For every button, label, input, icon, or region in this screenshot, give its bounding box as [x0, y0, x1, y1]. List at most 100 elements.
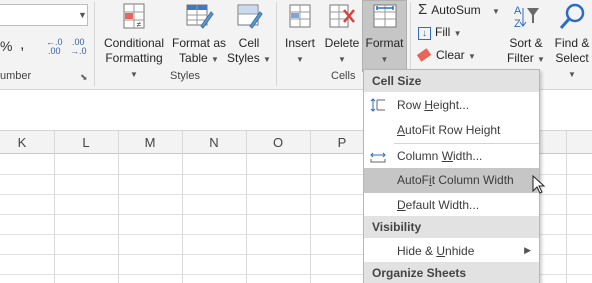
chevron-down-icon: ▼ — [468, 52, 476, 61]
conditional-formatting-icon: ≠ — [118, 2, 150, 32]
format-button[interactable]: Format ▼ — [362, 0, 407, 72]
format-as-table-label-1: Format as — [171, 36, 226, 50]
menu-label-part: Row — [397, 98, 425, 112]
cell-styles-icon — [233, 2, 265, 32]
sort-filter-icon: A Z — [510, 2, 542, 32]
grid-column-line — [118, 131, 119, 283]
autosum-button[interactable]: Σ AutoSum ▼ — [418, 2, 500, 20]
number-format-box[interactable] — [0, 4, 88, 26]
chevron-down-icon: ▼ — [296, 55, 304, 64]
insert-label: Insert — [284, 36, 315, 50]
clear-button[interactable]: Clear ▼ — [416, 47, 476, 65]
fill-button[interactable]: ↓ Fill ▼ — [418, 24, 462, 42]
column-header-m[interactable]: M — [120, 135, 180, 150]
conditional-formatting-button[interactable]: ≠ Conditional Formatting ▼ — [100, 2, 168, 82]
format-button-inner: Format ▼ — [363, 2, 406, 67]
grid-column-line — [566, 131, 567, 283]
chevron-down-icon: ▼ — [491, 7, 500, 16]
fill-label: Fill — [435, 25, 451, 39]
menu-item-row-height[interactable]: Row Height... — [364, 93, 539, 118]
eraser-icon — [416, 48, 432, 62]
autosum-icon: Σ — [418, 1, 428, 18]
grid-column-line — [54, 131, 55, 283]
cells-group-label: Cells — [331, 70, 356, 82]
delete-cells-icon — [326, 2, 358, 32]
delete-button[interactable]: Delete ▼ — [322, 2, 362, 67]
svg-text:≠: ≠ — [137, 20, 142, 29]
column-header-l[interactable]: L — [56, 135, 116, 150]
column-header-k[interactable]: K — [0, 135, 52, 150]
menu-label-part: Hide & — [397, 244, 437, 258]
menu-accelerator: W — [441, 149, 454, 163]
column-header-n[interactable]: N — [184, 135, 244, 150]
cell-styles-label-2: Styles — [227, 51, 260, 65]
format-label: Format — [365, 36, 404, 50]
menu-item-default-width[interactable]: Default Width... — [364, 193, 539, 218]
fill-down-icon: ↓ — [418, 27, 431, 40]
format-cells-icon — [369, 2, 401, 32]
comma-style-button[interactable]: , — [20, 36, 24, 54]
chevron-down-icon: ▼ — [453, 29, 462, 38]
menu-label-part: eight... — [433, 98, 470, 112]
decrease-decimal-bottom: →.0 — [70, 46, 87, 56]
cell-styles-label-1: Cell — [238, 36, 260, 50]
conditional-formatting-label-1: Conditional — [103, 36, 165, 50]
chevron-down-icon[interactable]: ▼ — [78, 10, 87, 20]
find-select-label-1: Find & — [554, 36, 590, 50]
grid-column-line — [182, 131, 183, 283]
column-width-icon — [370, 149, 386, 163]
menu-label-part: nhide — [445, 244, 475, 258]
menu-item-autofit-row-height[interactable]: AutoFit Row Height — [364, 118, 539, 143]
autosum-label: AutoSum — [431, 3, 481, 17]
menu-accelerator: H — [424, 98, 434, 112]
svg-text:Z: Z — [514, 18, 521, 30]
number-group-label: umber — [0, 70, 32, 82]
chevron-down-icon: ▼ — [130, 70, 138, 79]
sort-filter-label-2: Filter — [507, 51, 534, 65]
chevron-down-icon: ▼ — [380, 55, 389, 64]
menu-item-hide-unhide[interactable]: Hide & Unhide ▶ — [364, 239, 539, 264]
chevron-down-icon: ▼ — [338, 55, 346, 64]
menu-accelerator: U — [436, 244, 446, 258]
cell-styles-button[interactable]: Cell Styles ▼ — [227, 2, 271, 67]
increase-decimal-button[interactable]: ←.0 .00 — [46, 38, 63, 56]
menu-item-autofit-column-width[interactable]: AutoFit Column Width — [364, 168, 539, 193]
menu-label-part: efault Width... — [405, 198, 480, 212]
menu-section-cell-size: Cell Size — [364, 70, 539, 92]
sort-filter-button[interactable]: A Z Sort & Filter ▼ — [506, 2, 546, 67]
menu-label-part: Column — [397, 149, 442, 163]
format-dropdown-menu: Cell Size Row Height... AutoFit Row Heig… — [363, 69, 540, 283]
dialog-launcher-icon[interactable]: ⬊ — [80, 72, 88, 83]
insert-button[interactable]: Insert ▼ — [280, 2, 320, 67]
insert-cells-icon — [284, 2, 316, 32]
menu-section-visibility: Visibility — [364, 216, 539, 238]
percent-style-button[interactable]: % — [0, 38, 12, 54]
row-height-icon — [370, 98, 386, 112]
format-as-table-button[interactable]: Format as Table ▼ — [169, 2, 229, 67]
menu-label-part: idth... — [453, 149, 483, 163]
decrease-decimal-button[interactable]: .00 →.0 — [70, 38, 87, 56]
mouse-pointer-icon — [532, 175, 546, 194]
menu-section-organize-sheets: Organize Sheets — [364, 262, 539, 283]
menu-label-part: t Column Width — [431, 173, 514, 187]
group-divider — [94, 2, 95, 86]
find-select-button[interactable]: Find & Select ▼ — [550, 2, 592, 82]
menu-accelerator: D — [397, 198, 406, 212]
menu-label-part: utoFit Row Height — [405, 123, 501, 137]
grid-column-line — [246, 131, 247, 283]
chevron-down-icon: ▼ — [537, 55, 545, 64]
delete-label: Delete — [324, 36, 360, 50]
group-divider — [276, 2, 277, 86]
submenu-arrow-icon: ▶ — [524, 245, 531, 255]
menu-label-part: AutoF — [397, 173, 430, 187]
find-select-label-2: Select — [555, 51, 589, 65]
column-header-o[interactable]: O — [248, 135, 308, 150]
format-as-table-icon — [183, 2, 215, 32]
menu-item-column-width[interactable]: Column Width... — [364, 144, 539, 169]
menu-accelerator: A — [397, 123, 406, 137]
clear-label: Clear — [436, 48, 465, 62]
conditional-formatting-label-2: Formatting — [105, 51, 163, 65]
chevron-down-icon: ▼ — [568, 70, 576, 79]
chevron-down-icon: ▼ — [263, 55, 271, 64]
search-icon — [556, 2, 588, 32]
